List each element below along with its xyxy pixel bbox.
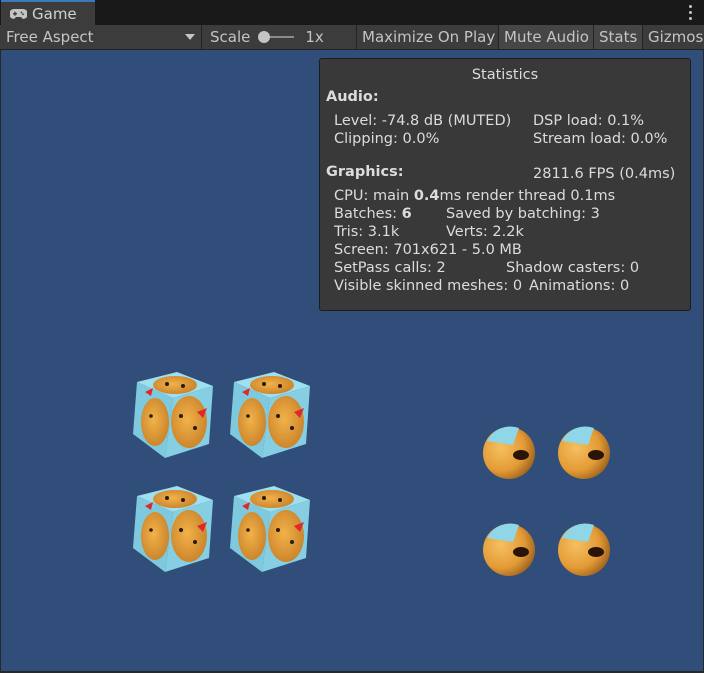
chick-cube	[133, 486, 213, 572]
cpu-time: CPU: main 0.4ms render thread 0.1ms	[334, 188, 616, 204]
chick-sphere	[558, 426, 610, 479]
chick-sphere	[558, 523, 610, 576]
gizmos-dropdown[interactable]: Gizmos	[642, 25, 704, 49]
dsp-load: DSP load: 0.1%	[533, 113, 645, 129]
scale-value: 1x	[305, 28, 324, 46]
chick-sphere	[483, 523, 535, 576]
chick-cube	[133, 372, 213, 458]
setpass-calls: SetPass calls: 2	[334, 260, 446, 276]
aspect-dropdown[interactable]: Free Aspect	[0, 25, 202, 49]
audio-level: Level: -74.8 dB (MUTED)	[334, 113, 512, 129]
mute-audio-toggle[interactable]: Mute Audio	[498, 25, 593, 49]
animations-count: Animations: 0	[529, 278, 630, 294]
game-viewport[interactable]: Statistics Audio: Level: -74.8 dB (MUTED…	[1, 50, 703, 671]
saved-by-batching: Saved by batching: 3	[446, 206, 600, 222]
statistics-panel: Statistics Audio: Level: -74.8 dB (MUTED…	[319, 58, 691, 311]
statistics-title: Statistics	[471, 67, 539, 83]
visible-skinned-meshes: Visible skinned meshes: 0	[334, 278, 523, 294]
shadow-casters: Shadow casters: 0	[506, 260, 640, 276]
graphics-heading: Graphics:	[326, 164, 404, 180]
scale-control: Scale 1x	[210, 25, 356, 49]
scale-label: Scale	[210, 28, 251, 46]
more-options-icon[interactable]	[686, 3, 694, 21]
tris-count: Tris: 3.1k	[334, 224, 400, 240]
tab-bar: Game	[0, 0, 704, 25]
aspect-label: Free Aspect	[6, 28, 94, 46]
verts-count: Verts: 2.2k	[446, 224, 524, 240]
audio-clipping: Clipping: 0.0%	[334, 131, 440, 147]
scale-slider-thumb[interactable]	[258, 31, 271, 43]
gamepad-icon	[10, 8, 27, 19]
chick-cube	[230, 372, 310, 458]
scale-slider[interactable]	[258, 31, 296, 43]
fps-readout: 2811.6 FPS (0.4ms)	[533, 166, 676, 182]
maximize-on-play-toggle[interactable]: Maximize On Play	[356, 25, 498, 49]
screen-size: Screen: 701x621 - 5.0 MB	[334, 242, 522, 258]
chick-cube	[230, 486, 310, 572]
stream-load: Stream load: 0.0%	[533, 131, 668, 147]
game-toolbar: Free Aspect Scale 1x Maximize On Play Mu…	[0, 25, 704, 50]
tab-game[interactable]: Game	[1, 0, 95, 25]
stats-toggle[interactable]: Stats	[593, 25, 642, 49]
tab-label: Game	[32, 4, 77, 23]
chick-sphere	[483, 426, 535, 479]
batches-count: Batches: 6	[334, 206, 412, 222]
chevron-down-icon	[185, 34, 195, 40]
audio-heading: Audio:	[326, 89, 379, 105]
